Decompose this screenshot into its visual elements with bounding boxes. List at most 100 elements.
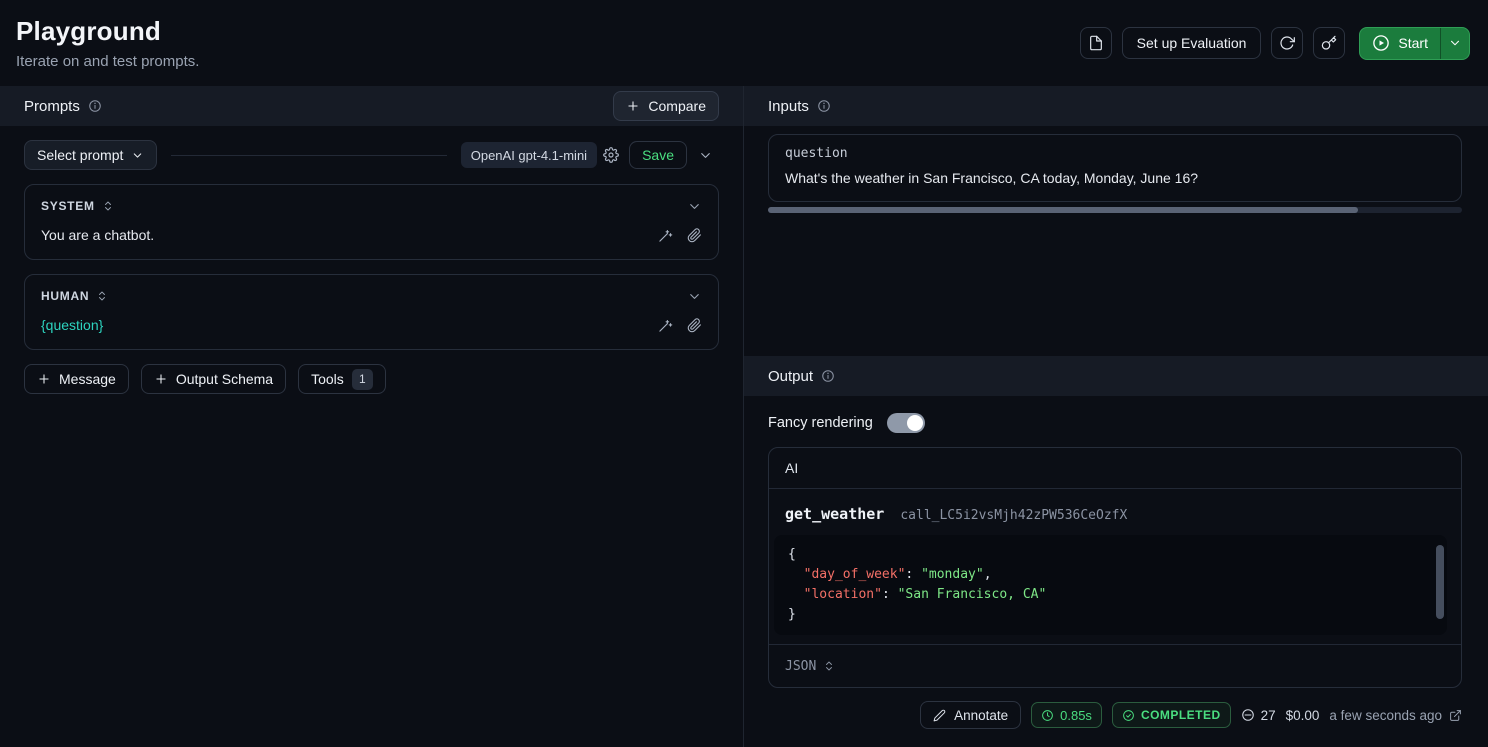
- wand-icon[interactable]: [658, 228, 673, 243]
- plus-icon: [626, 99, 640, 113]
- refresh-button[interactable]: [1271, 27, 1303, 59]
- prompts-panel: Prompts Compare Select prompt: [0, 86, 744, 747]
- chevron-down-icon: [131, 149, 144, 162]
- output-header: Output: [744, 356, 1488, 396]
- collapse-message-icon[interactable]: [687, 199, 702, 214]
- output-body: Fancy rendering AI get_weather call_LC5i…: [744, 409, 1488, 729]
- time-ago-label: a few seconds ago: [1329, 708, 1442, 723]
- token-count-value: 27: [1261, 708, 1276, 723]
- annotate-label: Annotate: [954, 708, 1008, 723]
- collapse-toolbar-button[interactable]: [691, 141, 719, 169]
- vertical-scrollbar-thumb[interactable]: [1436, 545, 1444, 619]
- input-variable-value[interactable]: What's the weather in San Francisco, CA …: [785, 170, 1445, 186]
- horizontal-scrollbar-thumb[interactable]: [768, 207, 1358, 213]
- json-string: "San Francisco, CA": [898, 587, 1047, 602]
- json-key: "location": [804, 587, 882, 602]
- toolbar-divider: [171, 155, 446, 156]
- tool-call-row: get_weather call_LC5i2vsMjh42zPW536CeOzf…: [769, 489, 1461, 535]
- start-label: Start: [1398, 35, 1428, 51]
- collapse-message-icon[interactable]: [687, 289, 702, 304]
- model-badge[interactable]: OpenAI gpt-4.1-mini: [461, 142, 597, 168]
- code-line: "location": "San Francisco, CA": [788, 585, 1433, 605]
- annotate-button[interactable]: Annotate: [920, 701, 1021, 729]
- check-circle-icon: [1122, 709, 1135, 722]
- cost-value[interactable]: $0.00: [1286, 708, 1320, 723]
- output-format-selector[interactable]: JSON: [769, 644, 1461, 687]
- gear-icon: [603, 147, 619, 163]
- api-key-button[interactable]: [1313, 27, 1345, 59]
- clock-icon: [1041, 709, 1054, 722]
- latency-value: 0.85s: [1060, 708, 1092, 723]
- compare-label: Compare: [648, 98, 706, 114]
- select-prompt-dropdown[interactable]: Select prompt: [24, 140, 157, 170]
- topbar: Playground Iterate on and test prompts. …: [0, 0, 1488, 86]
- chevron-down-icon: [1448, 36, 1462, 50]
- start-button[interactable]: Start: [1360, 28, 1440, 59]
- fancy-rendering-toggle[interactable]: [887, 413, 925, 433]
- refresh-icon: [1279, 35, 1295, 51]
- message-actions: [658, 318, 702, 333]
- prompts-body: Select prompt OpenAI gpt-4.1-mini Save: [0, 126, 743, 394]
- prompts-header: Prompts Compare: [0, 86, 743, 126]
- json-key: "day_of_week": [804, 567, 906, 582]
- save-button[interactable]: Save: [629, 141, 687, 169]
- plus-icon: [37, 372, 51, 386]
- status-value: COMPLETED: [1141, 708, 1221, 722]
- output-format-label: JSON: [785, 659, 816, 674]
- model-settings-button[interactable]: [597, 141, 625, 169]
- message-role-label: HUMAN: [41, 289, 89, 303]
- external-link-icon: [1449, 709, 1462, 722]
- compare-button[interactable]: Compare: [613, 91, 719, 121]
- topbar-titles: Playground Iterate on and test prompts.: [16, 16, 199, 70]
- info-icon[interactable]: [817, 99, 831, 113]
- message-content-variable[interactable]: {question}: [41, 317, 658, 333]
- vertical-scrollbar: [1436, 543, 1444, 625]
- tools-count-badge: 1: [352, 369, 373, 390]
- message-card-human: HUMAN {question}: [24, 274, 719, 350]
- prompts-title: Prompts: [24, 98, 80, 115]
- wand-icon[interactable]: [658, 318, 673, 333]
- output-card: AI get_weather call_LC5i2vsMjh42zPW536Ce…: [768, 447, 1462, 688]
- play-circle-icon: [1372, 34, 1390, 52]
- prompt-actions: Message Output Schema Tools 1: [24, 364, 719, 394]
- status-badge[interactable]: COMPLETED: [1112, 702, 1231, 728]
- page-subtitle: Iterate on and test prompts.: [16, 53, 199, 70]
- code-line: }: [788, 605, 1433, 625]
- fancy-rendering-row: Fancy rendering: [768, 409, 1462, 437]
- tool-arguments-code-block[interactable]: { "day_of_week": "monday", "location": "…: [774, 535, 1447, 635]
- inputs-header: Inputs: [744, 86, 1488, 126]
- setup-evaluation-button[interactable]: Set up Evaluation: [1122, 27, 1262, 59]
- file-button[interactable]: [1080, 27, 1112, 59]
- message-actions: [658, 228, 702, 243]
- message-header: SYSTEM: [41, 195, 702, 217]
- ai-label: AI: [785, 460, 798, 476]
- io-panel: Inputs question What's the weather in Sa…: [744, 86, 1488, 747]
- add-message-button[interactable]: Message: [24, 364, 129, 394]
- reorder-icon[interactable]: [96, 290, 108, 302]
- tokens-icon: [1241, 708, 1255, 722]
- reorder-icon[interactable]: [102, 200, 114, 212]
- inputs-title: Inputs: [768, 98, 809, 115]
- start-options-button[interactable]: [1440, 28, 1469, 59]
- token-count[interactable]: 27: [1241, 708, 1276, 723]
- latency-badge[interactable]: 0.85s: [1031, 702, 1102, 728]
- input-field-card: question What's the weather in San Franc…: [768, 134, 1462, 202]
- message-content[interactable]: You are a chatbot.: [41, 227, 658, 243]
- code-line: "day_of_week": "monday",: [788, 565, 1433, 585]
- tools-label: Tools: [311, 371, 344, 387]
- add-output-schema-button[interactable]: Output Schema: [141, 364, 286, 394]
- paperclip-icon[interactable]: [687, 228, 702, 243]
- select-prompt-label: Select prompt: [37, 147, 123, 163]
- info-icon[interactable]: [88, 99, 102, 113]
- result-footer: Annotate 0.85s COMPLETED: [768, 701, 1462, 729]
- page-title: Playground: [16, 16, 199, 47]
- paperclip-icon[interactable]: [687, 318, 702, 333]
- key-icon: [1321, 35, 1337, 51]
- run-timestamp[interactable]: a few seconds ago: [1329, 708, 1462, 723]
- code-line: {: [788, 545, 1433, 565]
- info-icon[interactable]: [821, 369, 835, 383]
- prompt-toolbar: Select prompt OpenAI gpt-4.1-mini Save: [24, 140, 719, 170]
- fancy-rendering-label: Fancy rendering: [768, 415, 873, 431]
- tools-button[interactable]: Tools 1: [298, 364, 386, 394]
- plus-icon: [154, 372, 168, 386]
